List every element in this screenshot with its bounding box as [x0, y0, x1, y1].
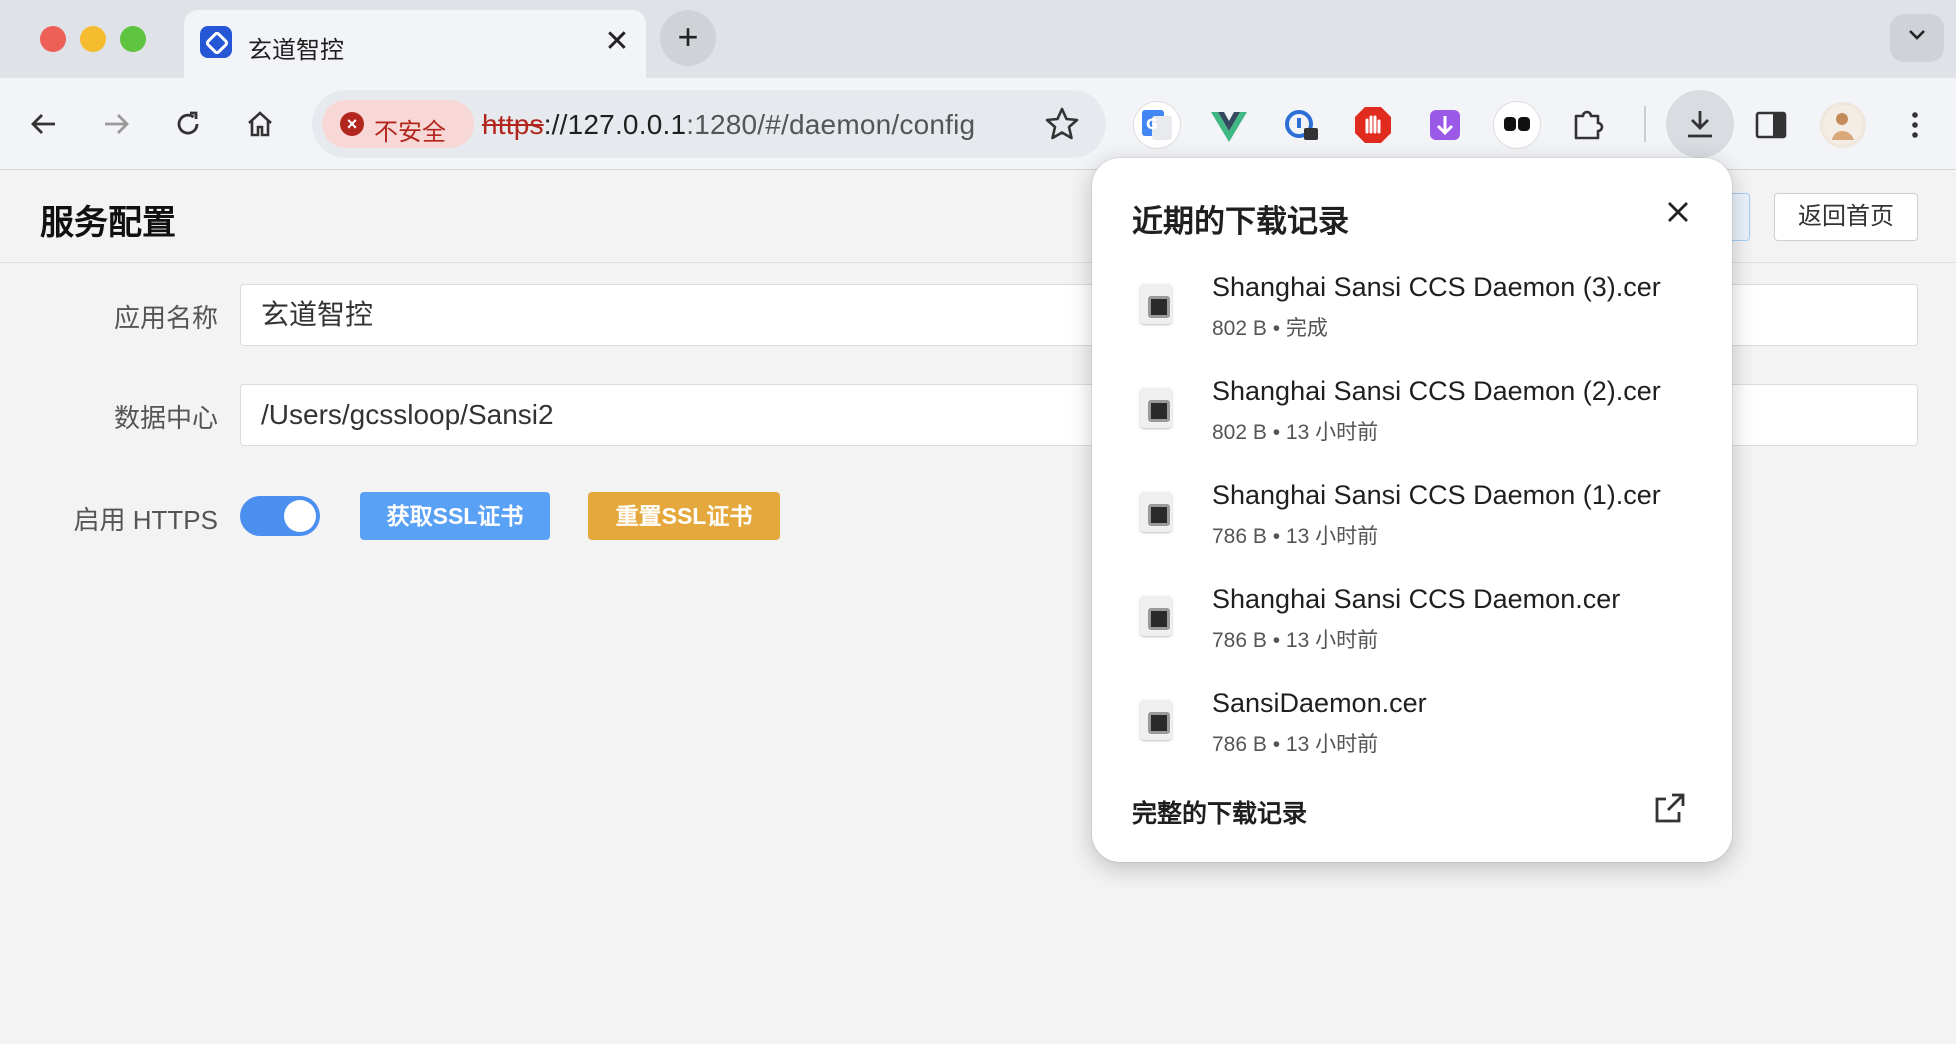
home-button[interactable] [236, 100, 284, 148]
download-meta: 786 B • 13 小时前 [1212, 629, 1379, 652]
reload-button[interactable] [164, 100, 212, 148]
close-icon [1668, 202, 1688, 222]
download-icon [1688, 111, 1712, 138]
certificate-file-icon [1140, 596, 1172, 636]
window-zoom-button[interactable] [120, 26, 146, 52]
translate-extension-icon[interactable]: G [1134, 102, 1180, 148]
not-secure-icon: × [340, 112, 364, 136]
privacy-extension-icon[interactable] [1278, 102, 1324, 148]
downloads-button[interactable] [1666, 90, 1734, 158]
tab-active[interactable]: 玄道智控 ✕ [184, 10, 646, 78]
download-filename: Shanghai Sansi CCS Daemon (3).cer [1212, 272, 1661, 302]
url-scheme: https [482, 109, 544, 140]
downloads-close-button[interactable] [1654, 188, 1702, 236]
https-toggle[interactable] [240, 496, 320, 536]
browser-menu-button[interactable] [1892, 102, 1938, 148]
toggle-knob [284, 500, 316, 532]
certificate-file-icon [1140, 284, 1172, 324]
back-home-button[interactable]: 返回首页 [1774, 193, 1918, 241]
profile-avatar[interactable] [1820, 102, 1866, 148]
reload-icon [177, 111, 199, 135]
toolbar-divider [1644, 106, 1646, 142]
download-filename: Shanghai Sansi CCS Daemon.cer [1212, 584, 1621, 614]
download-item[interactable]: Shanghai Sansi CCS Daemon (1).cer 786 B … [1092, 478, 1732, 582]
vue-devtools-extension-icon[interactable] [1206, 102, 1252, 148]
tab-search-button[interactable] [1890, 14, 1944, 62]
tab-title: 玄道智控 [248, 37, 344, 64]
certificate-file-icon [1140, 700, 1172, 740]
security-chip[interactable]: × 不安全 [322, 100, 474, 148]
arrow-left-icon [31, 114, 55, 134]
download-filename: SansiDaemon.cer [1212, 688, 1427, 718]
new-tab-button[interactable]: + [660, 10, 716, 66]
tab-strip: 玄道智控 ✕ + [0, 0, 1956, 78]
download-meta: 802 B • 13 小时前 [1212, 421, 1379, 444]
download-meta: 786 B • 13 小时前 [1212, 733, 1379, 756]
side-panel-button[interactable] [1748, 102, 1794, 148]
adblock-extension-icon[interactable] [1350, 102, 1396, 148]
address-bar[interactable]: × 不安全 https://127.0.0.1:1280/#/daemon/co… [312, 90, 1106, 158]
download-meta: 786 B • 13 小时前 [1212, 525, 1379, 548]
app-name-label: 应用名称 [113, 303, 218, 333]
download-filename: Shanghai Sansi CCS Daemon (1).cer [1212, 480, 1661, 510]
back-button[interactable] [20, 100, 68, 148]
url-path: :1280/#/daemon/config [686, 109, 976, 140]
download-item[interactable]: Shanghai Sansi CCS Daemon (3).cer 802 B … [1092, 270, 1732, 374]
side-panel-icon [1755, 111, 1787, 139]
reset-ssl-cert-button[interactable]: 重置SSL证书 [588, 492, 780, 540]
https-label: 启用 HTTPS [73, 505, 218, 535]
tab-close-icon[interactable]: ✕ [602, 24, 632, 60]
download-item[interactable]: Shanghai Sansi CCS Daemon.cer 786 B • 13… [1092, 582, 1732, 686]
download-item[interactable]: SansiDaemon.cer 786 B • 13 小时前 [1092, 686, 1732, 790]
certificate-file-icon [1140, 388, 1172, 428]
more-vertical-icon [1912, 112, 1918, 138]
chevron-down-icon [1909, 30, 1925, 40]
downloader-extension-icon[interactable] [1422, 102, 1468, 148]
download-filename: Shanghai Sansi CCS Daemon (2).cer [1212, 376, 1661, 406]
downloads-title: 近期的下载记录 [1132, 204, 1349, 239]
extensions-puzzle-icon[interactable] [1566, 102, 1612, 148]
download-meta: 802 B • 完成 [1212, 317, 1328, 340]
home-icon [248, 111, 272, 137]
get-ssl-cert-button[interactable]: 获取SSL证书 [360, 492, 550, 540]
url-text[interactable]: https://127.0.0.1:1280/#/daemon/config [482, 109, 975, 141]
window-close-button[interactable] [40, 26, 66, 52]
full-download-history-link[interactable]: 完整的下载记录 [1132, 794, 1307, 830]
browser-toolbar: × 不安全 https://127.0.0.1:1280/#/daemon/co… [0, 78, 1956, 170]
star-icon [1045, 107, 1079, 140]
bookmark-button[interactable] [1042, 104, 1082, 149]
arrow-right-icon [105, 114, 129, 134]
download-item[interactable]: Shanghai Sansi CCS Daemon (2).cer 802 B … [1092, 374, 1732, 478]
site-favicon-icon [200, 26, 232, 58]
mask-extension-icon[interactable] [1494, 102, 1540, 148]
security-chip-label: 不安全 [374, 119, 446, 146]
forward-button[interactable] [92, 100, 140, 148]
svg-text:G: G [1146, 117, 1158, 133]
window-minimize-button[interactable] [80, 26, 106, 52]
open-in-new-icon[interactable] [1652, 790, 1688, 831]
page-title: 服务配置 [40, 204, 176, 242]
url-host: ://127.0.0.1 [543, 109, 687, 140]
certificate-file-icon [1140, 492, 1172, 532]
data-center-label: 数据中心 [113, 403, 218, 433]
downloads-bubble: 近期的下载记录 Shanghai Sansi CCS Daemon (3).ce… [1092, 158, 1732, 862]
